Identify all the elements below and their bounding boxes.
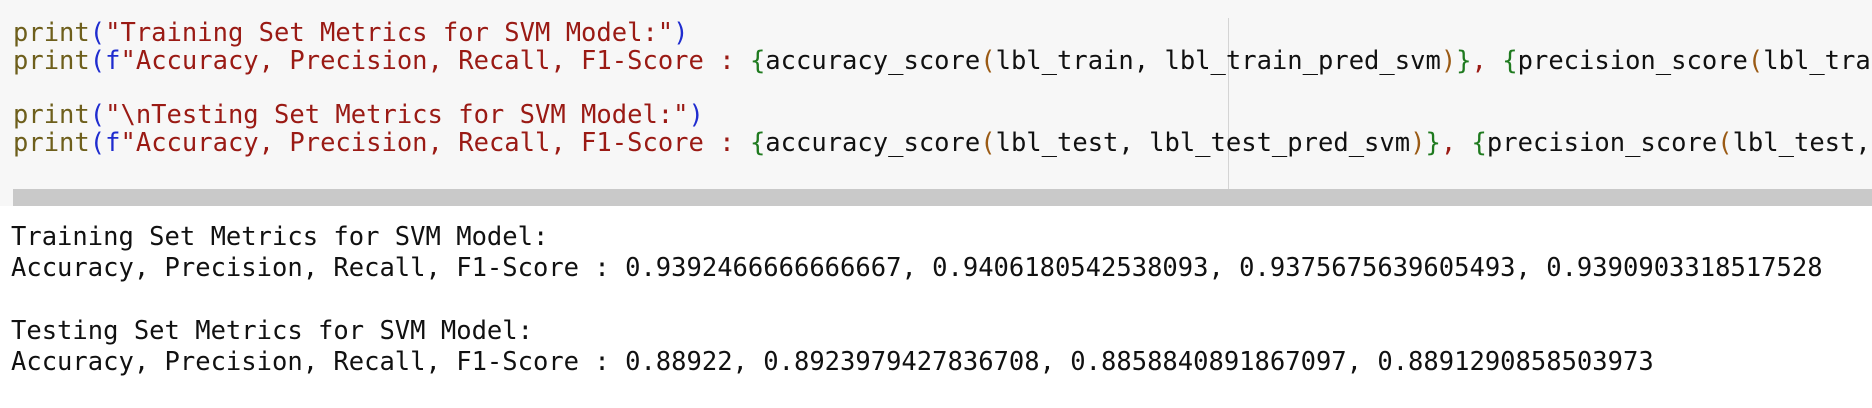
call-close-paren: ) <box>1410 128 1426 158</box>
function-call: accuracy_score <box>765 128 981 158</box>
string-separator: , <box>1440 128 1472 158</box>
open-paren: ( <box>89 46 106 76</box>
output-area: Training Set Metrics for SVM Model: Accu… <box>0 206 1872 408</box>
output-line-5: Accuracy, Precision, Recall, F1-Score : … <box>11 347 1654 377</box>
call-args: lbl_test, l <box>1732 128 1871 158</box>
brace-close: } <box>1456 46 1472 76</box>
fstring-prefix: f <box>105 46 121 76</box>
string-literal: "Accuracy, Precision, Recall, F1-Score : <box>120 46 750 76</box>
brace-close: } <box>1425 128 1441 158</box>
call-args: lbl_train <box>1763 46 1872 76</box>
call-open-paren: ( <box>1717 128 1733 158</box>
function-call: accuracy_score <box>765 46 981 76</box>
string-literal: "Accuracy, Precision, Recall, F1-Score : <box>120 128 750 158</box>
call-open-paren: ( <box>980 46 996 76</box>
code-line-5[interactable]: print(f"Accuracy, Precision, Recall, F1-… <box>13 126 1872 160</box>
call-close-paren: ) <box>1440 46 1457 76</box>
call-args: lbl_test, lbl_test_pred_svm <box>995 128 1411 158</box>
call-args: lbl_train, lbl_train_pred_svm <box>995 46 1441 76</box>
output-line-1: Training Set Metrics for SVM Model: <box>11 222 549 252</box>
brace-open: { <box>1471 128 1487 158</box>
print-keyword: print <box>13 46 90 76</box>
function-call: precision_score <box>1486 128 1718 158</box>
function-call: precision_score <box>1517 46 1748 76</box>
code-line-2[interactable]: print(f"Accuracy, Precision, Recall, F1-… <box>13 44 1872 78</box>
call-open-paren: ( <box>980 128 996 158</box>
open-paren: ( <box>89 128 106 158</box>
string-separator: , <box>1471 46 1503 76</box>
brace-open: { <box>1502 46 1518 76</box>
call-open-paren: ( <box>1747 46 1764 76</box>
print-keyword: print <box>13 128 90 158</box>
brace-open: { <box>749 128 766 158</box>
code-cell[interactable]: print("Training Set Metrics for SVM Mode… <box>0 0 1872 206</box>
fstring-prefix: f <box>105 128 121 158</box>
brace-open: { <box>749 46 766 76</box>
output-line-2: Accuracy, Precision, Recall, F1-Score : … <box>11 253 1823 283</box>
output-line-4: Testing Set Metrics for SVM Model: <box>11 316 533 346</box>
horizontal-scrollbar[interactable] <box>13 189 1872 206</box>
